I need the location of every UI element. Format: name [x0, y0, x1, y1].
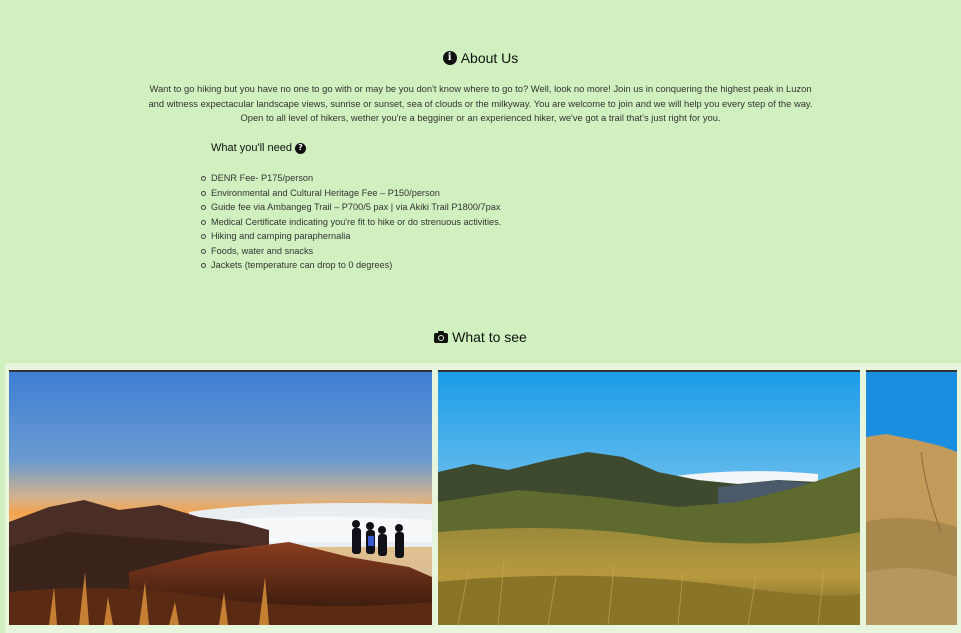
- what-to-see-heading: What to see: [0, 328, 961, 346]
- about-section: i About Us Want to go hiking but you hav…: [0, 0, 961, 126]
- needs-item-medical-certificate: Medical Certificate indicating you're fi…: [200, 215, 501, 230]
- photo-gallery[interactable]: [5, 363, 961, 633]
- needs-title: What you'll need: [211, 142, 292, 154]
- needs-item-hiking-gear: Hiking and camping paraphernalia: [200, 229, 501, 244]
- needs-section: What you'll need ? DENR Fee- P175/person…: [200, 142, 501, 273]
- about-intro-text: Want to go hiking but you have no one to…: [148, 83, 813, 123]
- camera-icon: [434, 331, 449, 343]
- info-circle-icon: i: [442, 51, 457, 65]
- question-circle-icon: ?: [294, 142, 306, 154]
- needs-list: DENR Fee- P175/person Environmental and …: [200, 171, 501, 273]
- what-to-see-title: What to see: [452, 329, 527, 345]
- needs-item-heritage-fee: Environmental and Cultural Heritage Fee …: [200, 186, 501, 201]
- gallery-photo-grassy-ridge[interactable]: [438, 370, 860, 625]
- about-heading: i About Us: [0, 49, 961, 67]
- grassy-ridge-photo-image: [438, 372, 860, 625]
- needs-item-guide-fee: Guide fee via Ambangeg Trail – P700/5 pa…: [200, 200, 501, 215]
- sunrise-photo-image: [9, 372, 432, 625]
- gallery-photo-sunrise[interactable]: [9, 370, 432, 625]
- needs-item-jackets: Jackets (temperature can drop to 0 degre…: [200, 258, 501, 273]
- about-title: About Us: [460, 50, 519, 66]
- needs-heading: What you'll need ?: [211, 142, 501, 154]
- gallery-photo-golden-slope[interactable]: [866, 370, 957, 625]
- golden-slope-photo-image: [866, 372, 957, 625]
- needs-item-denr-fee: DENR Fee- P175/person: [200, 171, 501, 186]
- needs-item-food: Foods, water and snacks: [200, 244, 501, 259]
